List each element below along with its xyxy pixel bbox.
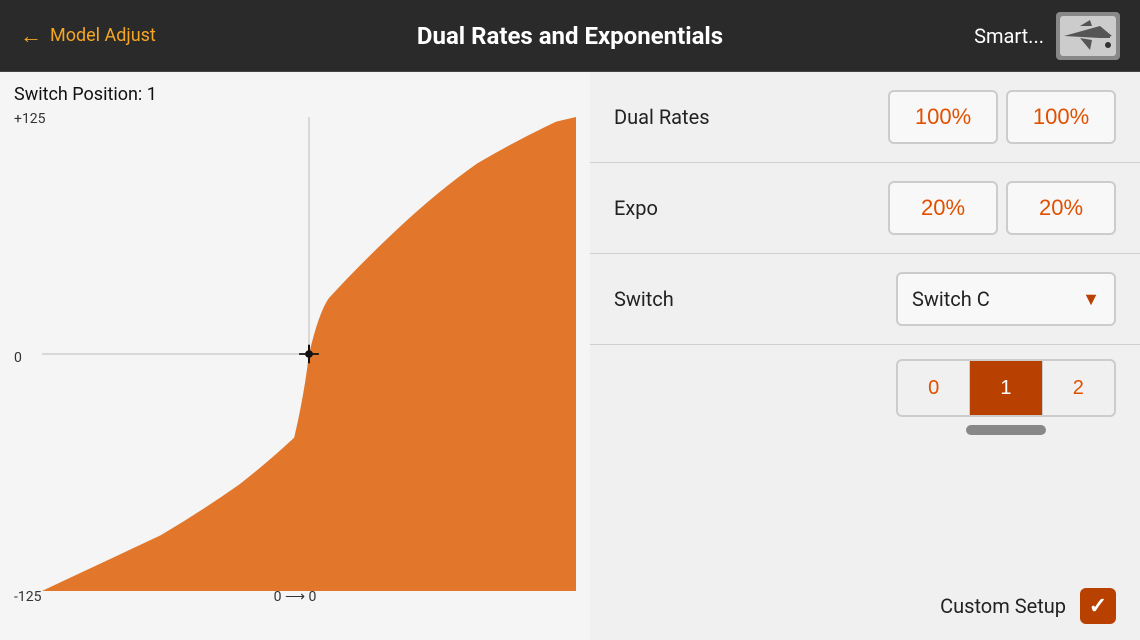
back-button[interactable]: ← Model Adjust: [20, 23, 200, 49]
switch-pos-0[interactable]: 0: [898, 361, 970, 415]
switch-select-button[interactable]: Switch C ▼: [896, 272, 1116, 326]
custom-setup-row: Custom Setup ✓: [590, 572, 1140, 640]
dual-rates-value1[interactable]: 100%: [888, 90, 998, 144]
switch-position-container: 0 1 2: [590, 345, 1140, 435]
y-axis-top-label: +125: [14, 111, 46, 127]
switch-dropdown: Switch C ▼: [770, 272, 1116, 326]
switch-pos-2[interactable]: 2: [1043, 361, 1114, 415]
back-label: Model Adjust: [50, 25, 156, 46]
y-axis-zero-label: 0: [14, 350, 22, 366]
switch-position-buttons: 0 1 2: [896, 359, 1116, 417]
graph-svg: [42, 117, 576, 591]
model-image[interactable]: [1056, 12, 1120, 60]
switch-row: Switch Switch C ▼: [614, 272, 1116, 326]
expo-buttons: 20% 20%: [770, 181, 1116, 235]
dual-rates-label: Dual Rates: [614, 105, 754, 129]
expo-row: Expo 20% 20%: [590, 163, 1140, 254]
switch-position-indicator: [966, 425, 1046, 435]
switch-label: Switch: [614, 287, 754, 311]
header: ← Model Adjust Dual Rates and Exponentia…: [0, 0, 1140, 72]
switch-section: Switch Switch C ▼: [590, 254, 1140, 345]
back-arrow-icon: ←: [20, 23, 42, 49]
switch-selected-value: Switch C: [912, 287, 990, 311]
expo-value2[interactable]: 20%: [1006, 181, 1116, 235]
header-right: Smart...: [940, 12, 1120, 60]
checkmark-icon: ✓: [1089, 594, 1107, 619]
dual-rates-value2[interactable]: 100%: [1006, 90, 1116, 144]
switch-caret-icon: ▼: [1082, 289, 1100, 310]
smart-label: Smart...: [974, 24, 1044, 48]
dual-rates-buttons: 100% 100%: [770, 90, 1116, 144]
graph-container: +125 0 -125 0 ⟶ 0: [14, 111, 576, 605]
page-title: Dual Rates and Exponentials: [200, 22, 940, 50]
dual-rates-row: Dual Rates 100% 100%: [590, 72, 1140, 163]
switch-position-label: Switch Position: 1: [14, 84, 576, 105]
expo-value1[interactable]: 20%: [888, 181, 998, 235]
main-content: Switch Position: 1 +125 0 -125 0 ⟶ 0: [0, 72, 1140, 640]
x-axis-label: 0 ⟶ 0: [274, 589, 317, 605]
expo-label: Expo: [614, 196, 754, 220]
right-panel: Dual Rates 100% 100% Expo 20% 20% Switch…: [590, 72, 1140, 640]
custom-setup-label: Custom Setup: [940, 594, 1066, 618]
y-axis-bottom-label: -125: [14, 589, 41, 605]
switch-pos-1[interactable]: 1: [970, 361, 1042, 415]
plane-icon: [1060, 16, 1116, 56]
graph-panel: Switch Position: 1 +125 0 -125 0 ⟶ 0: [0, 72, 590, 640]
custom-setup-checkbox[interactable]: ✓: [1080, 588, 1116, 624]
